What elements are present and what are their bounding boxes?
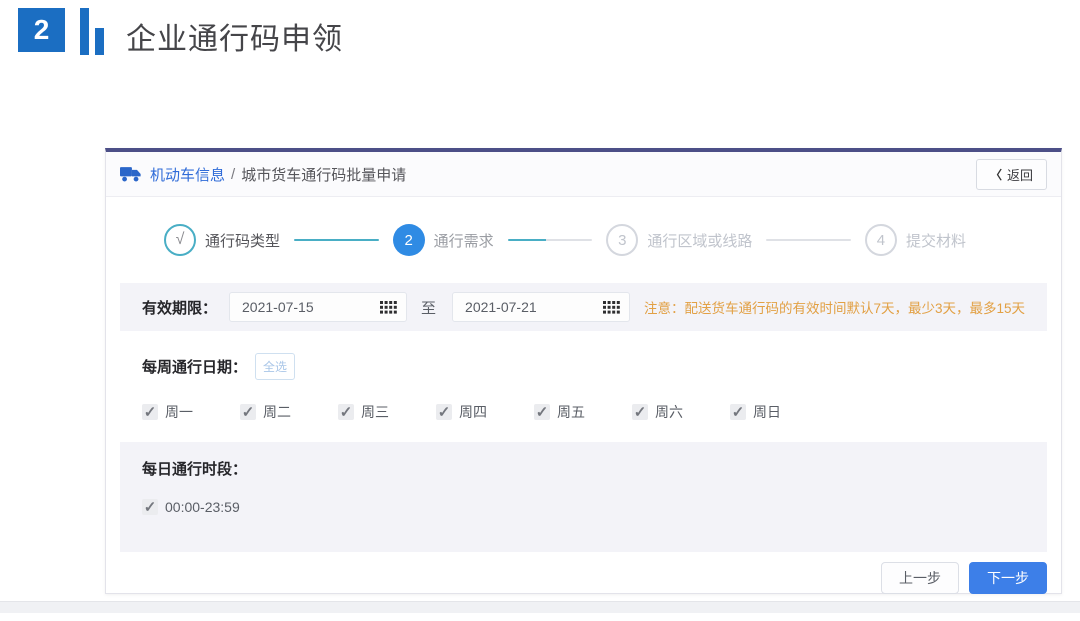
step-3-circle: 3 <box>606 224 638 256</box>
step-pass-type[interactable]: √ 通行码类型 <box>164 224 280 256</box>
check-icon: ✓ <box>436 404 452 420</box>
weekday-checkbox-thu[interactable]: ✓ 周四 <box>436 402 487 422</box>
step-4-circle: 4 <box>865 224 897 256</box>
step-1-circle: √ <box>164 224 196 256</box>
weekly-days-row: 每周通行日期： 全选 ✓ 周一 ✓ 周二 ✓ 周三 ✓ 周四 <box>120 339 1047 442</box>
form-rows: 有效期限： 2021-07-15 至 2021-07-21 <box>106 283 1061 552</box>
step-1-label: 通行码类型 <box>205 230 280 251</box>
start-date-value: 2021-07-15 <box>230 299 380 315</box>
step-area-or-route[interactable]: 3 通行区域或线路 <box>606 224 752 256</box>
decor-bar-tall <box>80 8 89 55</box>
weekly-days-label: 每周通行日期： <box>142 356 247 377</box>
stepper-connector-1 <box>294 239 379 241</box>
breadcrumb-section[interactable]: 机动车信息 <box>150 164 225 185</box>
check-icon: ✓ <box>142 499 158 515</box>
back-button-label: 返回 <box>1007 165 1033 184</box>
stepper-connector-2 <box>508 239 593 241</box>
check-icon: ✓ <box>338 404 354 420</box>
step-2-circle: 2 <box>393 224 425 256</box>
back-button[interactable]: 〈 返回 <box>976 159 1047 190</box>
weekday-checkbox-sun[interactable]: ✓ 周日 <box>730 402 781 422</box>
select-all-button[interactable]: 全选 <box>255 353 295 380</box>
date-range-to-label: 至 <box>421 297 436 318</box>
daily-time-row: 每日通行时段： ✓ 00:00-23:59 <box>120 442 1047 552</box>
card-footer: 上一步 下一步 <box>106 552 1061 604</box>
end-date-input[interactable]: 2021-07-21 <box>452 292 630 322</box>
check-icon: ✓ <box>730 404 746 420</box>
back-chevron-icon: 〈 <box>990 166 1002 183</box>
stepper-connector-3 <box>766 239 851 241</box>
weekday-checkbox-fri[interactable]: ✓ 周五 <box>534 402 585 422</box>
validity-label: 有效期限： <box>142 297 217 318</box>
step-2-label: 通行需求 <box>434 230 494 251</box>
weekday-checkbox-group: ✓ 周一 ✓ 周二 ✓ 周三 ✓ 周四 ✓ 周五 <box>142 402 1025 422</box>
time-range-checkbox[interactable]: ✓ 00:00-23:59 <box>142 499 240 515</box>
calendar-grid-icon[interactable] <box>380 301 406 314</box>
card-header: 机动车信息 / 城市货车通行码批量申请 〈 返回 <box>106 152 1061 197</box>
page-title: 企业通行码申领 <box>126 14 343 58</box>
check-icon: ✓ <box>142 404 158 420</box>
application-card: 机动车信息 / 城市货车通行码批量申请 〈 返回 √ 通行码类型 2 通行需求 … <box>105 148 1062 594</box>
end-date-value: 2021-07-21 <box>453 299 603 315</box>
page-bottom-divider <box>0 601 1080 613</box>
start-date-input[interactable]: 2021-07-15 <box>229 292 407 322</box>
truck-icon <box>120 166 142 183</box>
next-step-button[interactable]: 下一步 <box>969 562 1047 594</box>
previous-step-button[interactable]: 上一步 <box>881 562 959 594</box>
page-header: 2 企业通行码申领 <box>18 8 343 58</box>
stepper: √ 通行码类型 2 通行需求 3 通行区域或线路 4 提交材料 <box>106 197 1061 283</box>
weekday-checkbox-tue[interactable]: ✓ 周二 <box>240 402 291 422</box>
section-number-badge: 2 <box>18 8 65 52</box>
weekday-checkbox-wed[interactable]: ✓ 周三 <box>338 402 389 422</box>
weekday-checkbox-mon[interactable]: ✓ 周一 <box>142 402 193 422</box>
daily-time-label: 每日通行时段： <box>142 461 247 478</box>
check-icon: ✓ <box>534 404 550 420</box>
step-submit-materials[interactable]: 4 提交材料 <box>865 224 966 256</box>
check-icon: ✓ <box>632 404 648 420</box>
calendar-grid-icon[interactable] <box>603 301 629 314</box>
breadcrumb-separator: / <box>231 166 235 183</box>
validity-note: 注意：配送货车通行码的有效时间默认7天，最少3天，最多15天 <box>644 297 1025 317</box>
step-4-label: 提交材料 <box>906 230 966 251</box>
validity-period-row: 有效期限： 2021-07-15 至 2021-07-21 <box>120 283 1047 331</box>
breadcrumb-page: 城市货车通行码批量申请 <box>241 164 406 185</box>
weekday-checkbox-sat[interactable]: ✓ 周六 <box>632 402 683 422</box>
time-range-value: 00:00-23:59 <box>165 499 240 515</box>
check-icon: ✓ <box>240 404 256 420</box>
step-3-label: 通行区域或线路 <box>647 230 752 251</box>
decor-bar-short <box>95 28 104 55</box>
step-pass-demand[interactable]: 2 通行需求 <box>393 224 494 256</box>
